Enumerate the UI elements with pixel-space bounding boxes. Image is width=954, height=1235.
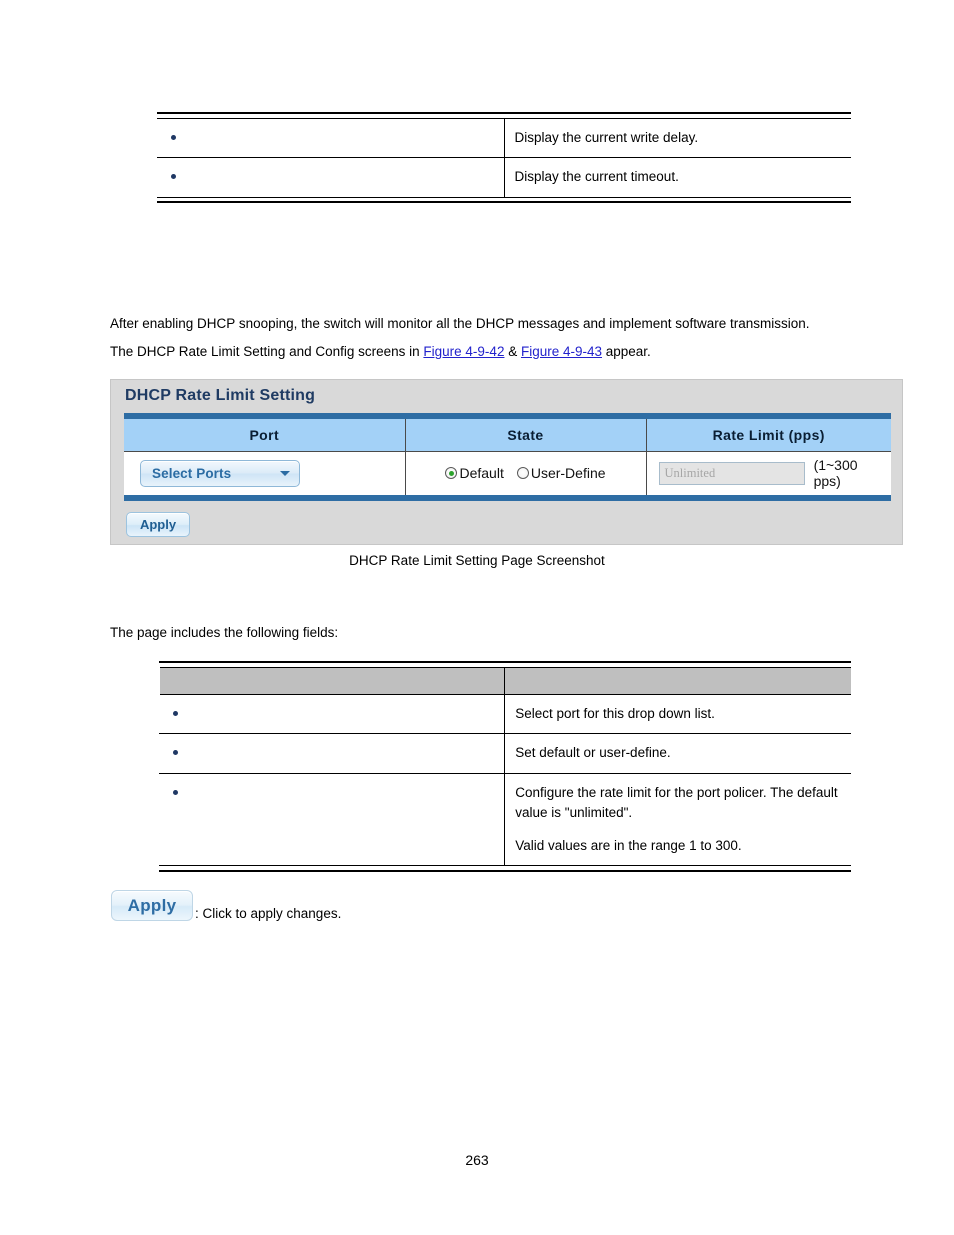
intro-paragraph-2-prefix: The DHCP Rate Limit Setting and Config s…	[110, 344, 424, 359]
cell-state: Default User-Define	[405, 451, 647, 495]
fields-description-table: Select port for this drop down list. Set…	[156, 661, 851, 872]
bullet-icon	[172, 789, 178, 795]
table-cell-description: Select port for this drop down list.	[504, 694, 851, 735]
cell-rate-limit: Unlimited (1~300 pps)	[646, 451, 891, 495]
rate-limit-range-hint: (1~300 pps)	[813, 457, 858, 490]
table-row: Select port for this drop down list.	[158, 694, 851, 735]
column-header-state: State	[405, 419, 647, 452]
table-cell-bullet	[157, 118, 505, 159]
write-delay-timeout-table: Display the current write delay. Display…	[157, 112, 851, 204]
table-row: Display the current timeout.	[157, 157, 851, 198]
radio-selected-icon[interactable]	[445, 467, 458, 480]
table-bottom-rule	[157, 196, 851, 204]
intro-paragraph-1: After enabling DHCP snooping, the switch…	[110, 314, 810, 334]
description-text: Configure the rate limit for the port po…	[515, 784, 838, 821]
apply-button[interactable]: Apply	[126, 512, 190, 537]
table-bottom-rule	[158, 865, 851, 872]
table-row: Select Ports Default User-Define Unlimit…	[124, 451, 891, 495]
header-cell-object	[156, 667, 506, 695]
table-cell-description: Set default or user-define.	[504, 733, 851, 774]
dhcp-rate-limit-panel: DHCP Rate Limit Setting Port State Rate …	[110, 379, 903, 545]
apply-button-legend[interactable]: Apply	[111, 890, 193, 921]
radio-unselected-icon[interactable]	[516, 467, 529, 480]
panel-title: DHCP Rate Limit Setting	[125, 387, 316, 404]
column-header-rate-limit: Rate Limit (pps)	[646, 419, 891, 452]
description-text: Set default or user-define.	[515, 745, 671, 761]
chevron-down-icon	[280, 470, 290, 476]
bullet-icon	[171, 174, 176, 180]
table-row: Set default or user-define.	[158, 733, 851, 774]
intro-paragraph-2-suffix: appear.	[602, 344, 651, 359]
figure-link-4-9-42[interactable]: Figure 4-9-42	[423, 344, 504, 359]
table-row: Configure the rate limit for the port po…	[158, 773, 851, 867]
select-ports-label: Select Ports	[152, 465, 232, 481]
description-text-secondary: Valid values are in the range 1 to 300.	[515, 837, 742, 853]
fields-intro-text: The page includes the following fields:	[110, 625, 339, 640]
table-cell-description: Display the current write delay.	[504, 118, 851, 159]
page-number-text: 263	[465, 1152, 489, 1168]
radio-option-user-define[interactable]: User-Define	[516, 465, 606, 482]
figure-caption: DHCP Rate Limit Setting Page Screenshot	[0, 553, 954, 568]
table-cell-bullet	[158, 773, 506, 867]
radio-label-default: Default	[459, 465, 504, 482]
radio-label-user-define: User-Define	[530, 465, 606, 482]
bullet-icon	[171, 134, 176, 140]
rate-limit-field-group: Unlimited (1~300 pps)	[655, 457, 884, 489]
table-header-row: Port State Rate Limit (pps)	[124, 419, 891, 452]
select-ports-dropdown[interactable]: Select Ports	[140, 459, 300, 487]
bullet-icon	[172, 710, 178, 716]
page-number: 263	[0, 1152, 954, 1168]
bullet-icon	[172, 750, 178, 756]
table-cell-bullet	[158, 733, 506, 774]
apply-button-description: : Click to apply changes.	[195, 906, 342, 921]
table-row: Display the current write delay.	[157, 118, 851, 159]
figure-link-4-9-43[interactable]: Figure 4-9-43	[521, 344, 602, 359]
table-cell-bullet	[158, 694, 506, 735]
description-text: Display the current write delay.	[514, 129, 699, 145]
column-header-port: Port	[124, 419, 406, 452]
description-text: Display the current timeout.	[514, 169, 679, 185]
cell-port: Select Ports	[124, 451, 406, 495]
rate-limit-table-wrapper: Port State Rate Limit (pps) Select Ports	[124, 413, 891, 501]
intro-paragraph-2: The DHCP Rate Limit Setting and Config s…	[110, 342, 651, 362]
figure-caption-text: DHCP Rate Limit Setting Page Screenshot	[349, 553, 605, 568]
table-cell-bullet	[157, 157, 505, 198]
state-radio-group: Default User-Define	[414, 465, 638, 481]
header-cell-description	[504, 667, 851, 695]
description-text: Select port for this drop down list.	[515, 705, 715, 721]
radio-option-default[interactable]: Default	[445, 465, 504, 482]
rate-limit-table: Port State Rate Limit (pps) Select Ports	[124, 419, 891, 495]
table-cell-description: Configure the rate limit for the port po…	[504, 773, 851, 867]
intro-paragraph-2-separator: &	[504, 344, 521, 359]
table-cell-description: Display the current timeout.	[504, 157, 851, 198]
table-header-row	[156, 667, 851, 695]
rate-limit-input[interactable]: Unlimited	[658, 461, 805, 485]
intro-paragraph-1-text: After enabling DHCP snooping, the switch…	[110, 316, 810, 331]
fields-intro-paragraph: The page includes the following fields:	[110, 623, 338, 643]
